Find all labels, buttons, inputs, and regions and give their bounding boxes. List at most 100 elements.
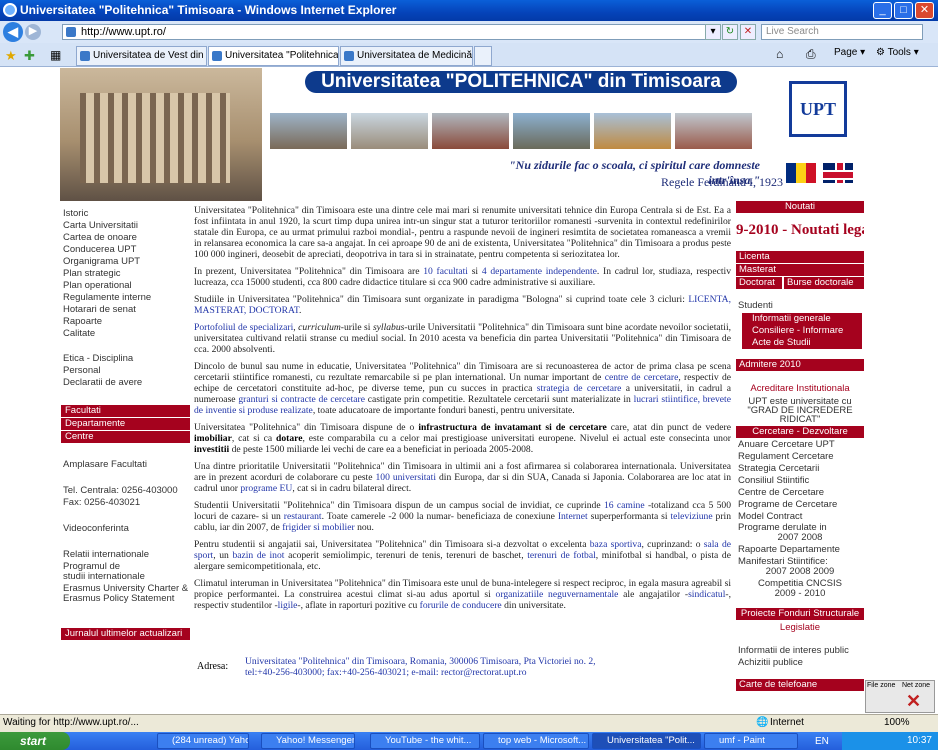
licenta-link[interactable]: Licenta — [736, 251, 864, 263]
nav-organigrama[interactable]: Organigrama UPT — [63, 256, 140, 267]
nav-declaratii[interactable]: Declaratii de avere — [63, 377, 142, 388]
stop-icon[interactable]: ✕ — [740, 24, 756, 40]
nav-personal[interactable]: Personal — [63, 365, 101, 376]
nav-carta[interactable]: Carta Universitatii — [63, 220, 138, 231]
info-public-link[interactable]: Informatii de interes public — [738, 645, 849, 656]
cerc-link-consiliul[interactable]: Consiliul Stiintific — [738, 475, 809, 486]
nav-plan-operational[interactable]: Plan operational — [63, 280, 132, 291]
tab-umf[interactable]: Universitatea de Medicină și ... — [340, 46, 473, 66]
nav-jurnal[interactable]: Jurnalul ultimelor actualizari — [61, 628, 190, 640]
tab-upt[interactable]: Universitatea "Politehnica"... — [208, 46, 339, 66]
cerc-link-anuare[interactable]: Anuare Cercetare UPT — [738, 439, 835, 450]
nav-centre[interactable]: Centre — [61, 431, 190, 443]
forurile-link[interactable]: forurile de conducere — [420, 600, 502, 611]
bazin-link[interactable]: bazin de inot — [232, 550, 284, 561]
programe-eu-link[interactable]: programe EU — [240, 483, 292, 494]
manifestari-years[interactable]: 2007 2008 2009 — [736, 566, 864, 577]
home-icon[interactable]: ⌂ — [776, 47, 783, 61]
forward-icon[interactable]: ▶ — [25, 24, 41, 40]
new-tab-button[interactable] — [474, 46, 492, 66]
burse-doctorale-link[interactable]: Burse doctorale — [783, 277, 864, 289]
internet-link[interactable]: Internet — [558, 511, 588, 522]
portofoliu-link[interactable]: Portofoliul de specializari — [194, 322, 293, 333]
noutati-header[interactable]: Noutati — [736, 201, 864, 213]
camine-link[interactable]: 16 camine — [604, 500, 645, 511]
close-button[interactable]: ✕ — [915, 2, 934, 19]
baza-sportiva-link[interactable]: baza sportiva — [590, 539, 642, 550]
nav-rapoarte[interactable]: Rapoarte — [63, 316, 102, 327]
nav-calitate[interactable]: Calitate — [63, 328, 95, 339]
quick-tabs-icon[interactable]: ▦ — [50, 48, 61, 62]
clock[interactable]: 10:37 — [907, 735, 932, 746]
granturi-link[interactable]: granturi si contracte de cercetare — [238, 394, 365, 405]
nav-conducerea[interactable]: Conducerea UPT — [63, 244, 136, 255]
zone-widget[interactable]: File zone Net zone ✕ — [865, 680, 935, 713]
cerc-link-programe[interactable]: Programe de Cercetare — [738, 499, 837, 510]
strategia-link[interactable]: strategia de cercetare — [537, 383, 622, 394]
task-yahoo-mail[interactable]: (284 unread) Yaho... — [157, 733, 249, 749]
cercetare-header[interactable]: Cercetare - Dezvoltare — [736, 426, 864, 438]
competitia-years[interactable]: 2009 - 2010 — [736, 588, 864, 599]
tools-menu[interactable]: ⚙ Tools ▾ — [876, 47, 919, 58]
facultati-link[interactable]: 10 facultati — [423, 266, 468, 277]
search-input[interactable]: Live Search — [761, 24, 923, 40]
frigider-link[interactable]: frigider si mobilier — [282, 522, 354, 533]
task-word[interactable]: top web - Microsoft... — [483, 733, 589, 749]
contact-line[interactable]: tel:+40-256-403000; fax:+40-256-403021; … — [245, 667, 715, 678]
informatii-generale-link[interactable]: Informatii generale — [742, 313, 862, 325]
departamente-link[interactable]: 4 departamente independente — [482, 266, 597, 277]
rapoarte-departamente-link[interactable]: Rapoarte Departamente — [738, 544, 840, 555]
cerc-link-model[interactable]: Model Contract — [738, 511, 802, 522]
nav-facultati[interactable]: Facultati — [61, 405, 190, 417]
acreditare-link[interactable]: Acreditare Institutionala — [736, 383, 864, 394]
legislatie-link[interactable]: Legislatie — [736, 622, 864, 633]
acte-studii-link[interactable]: Acte de Studii — [742, 337, 862, 349]
zoom-text[interactable]: 100% — [884, 715, 910, 731]
restaurant-link[interactable]: restaurant — [284, 511, 322, 522]
favorites-star-icon[interactable]: ★ — [5, 48, 17, 64]
admitere-link[interactable]: Admitere 2010 — [736, 359, 864, 371]
start-button[interactable]: start — [0, 732, 70, 750]
task-paint[interactable]: umf - Paint — [704, 733, 798, 749]
terenuri-fotbal-link[interactable]: terenuri de fotbal — [527, 550, 596, 561]
masterat-link[interactable]: Masterat — [736, 264, 864, 276]
minimize-button[interactable]: _ — [873, 2, 892, 19]
back-icon[interactable]: ◀ — [3, 22, 23, 42]
nav-regulamente[interactable]: Regulamente interne — [63, 292, 151, 303]
proiecte-fonduri-link[interactable]: Proiecte Fonduri Structurale — [736, 608, 864, 620]
add-favorites-icon[interactable]: ✚ — [24, 48, 35, 64]
nav-hotarari[interactable]: Hotarari de senat — [63, 304, 136, 315]
ligile-link[interactable]: ligile — [278, 600, 298, 611]
nav-istoric[interactable]: Istoric — [63, 208, 88, 219]
english-flag-icon[interactable] — [823, 163, 853, 183]
nav-erasmus-line2[interactable]: Erasmus Policy Statement — [63, 593, 174, 604]
cerc-link-strategia[interactable]: Strategia Cercetarii — [738, 463, 819, 474]
maximize-button[interactable]: □ — [894, 2, 913, 19]
url-input[interactable]: http://www.upt.ro/ — [62, 24, 717, 40]
consiliere-link[interactable]: Consiliere - Informare — [742, 325, 862, 337]
nav-relatii-internationale[interactable]: Relatii internationale — [63, 549, 149, 560]
nav-etica[interactable]: Etica - Disciplina — [63, 353, 133, 364]
universitati-link[interactable]: 100 universitati — [375, 472, 436, 483]
nav-plan-strategic[interactable]: Plan strategic — [63, 268, 121, 279]
cerc-link-regulament[interactable]: Regulament Cercetare — [738, 451, 834, 462]
refresh-icon[interactable]: ↻ — [722, 24, 738, 40]
close-zone-icon[interactable]: ✕ — [906, 691, 921, 712]
centre-cercetare-link[interactable]: centre de cercetare — [605, 372, 679, 383]
page-menu[interactable]: Page ▾ — [834, 47, 865, 58]
programe-derulate-years[interactable]: 2007 2008 — [736, 532, 864, 543]
nav-videoconferinta[interactable]: Videoconferinta — [63, 523, 129, 534]
televiziune-link[interactable]: televiziune — [671, 511, 713, 522]
task-yahoo-messenger[interactable]: Yahoo! Messenger — [261, 733, 355, 749]
ong-link[interactable]: organizatiile neguvernamentale — [496, 589, 619, 600]
news-ticker[interactable]: 9-2010 - Noutati legate — [736, 222, 864, 244]
carte-telefoane-link[interactable]: Carte de telefoane — [736, 679, 864, 691]
task-youtube[interactable]: YouTube - the whit... — [370, 733, 480, 749]
nav-amplasare[interactable]: Amplasare Facultati — [63, 459, 147, 470]
tab-uvt[interactable]: Universitatea de Vest din Tim... — [76, 46, 207, 66]
task-upt-browser[interactable]: Universitatea "Polit... — [592, 733, 701, 749]
nav-departamente[interactable]: Departamente — [61, 418, 190, 430]
cerc-link-centre[interactable]: Centre de Cercetare — [738, 487, 824, 498]
language-indicator[interactable]: EN — [815, 736, 829, 747]
url-dropdown-icon[interactable]: ▾ — [705, 24, 721, 40]
